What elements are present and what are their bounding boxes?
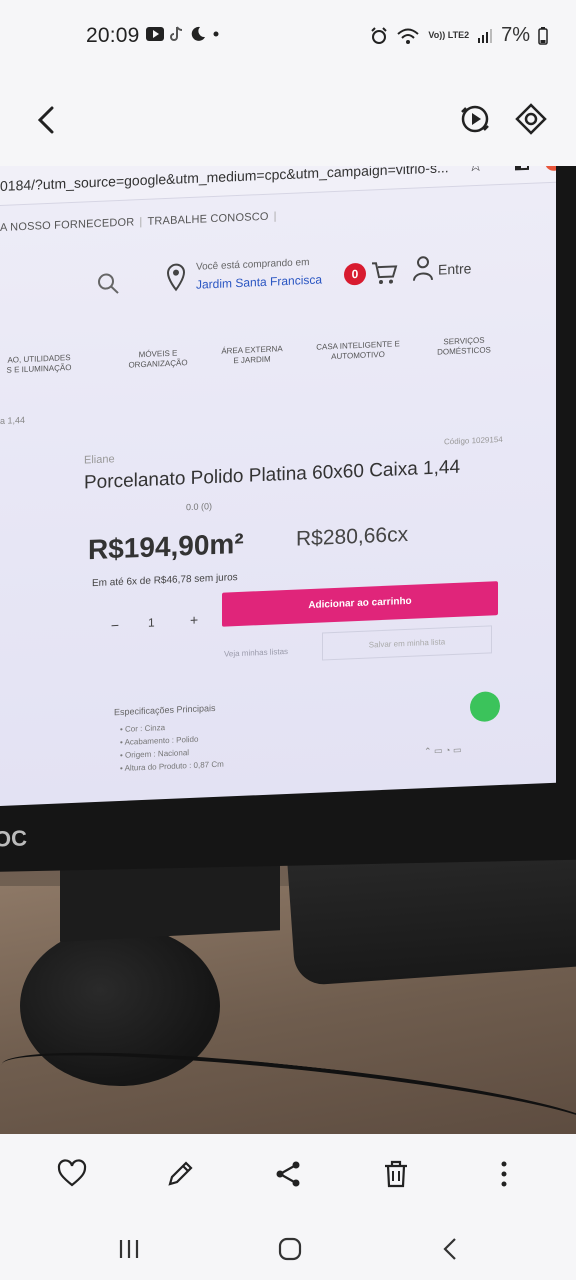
category-outdoor: ÁREA EXTERNA E JARDIM (221, 344, 283, 366)
url-text: 0184/?utm_source=google&utm_medium=cpc&u… (0, 166, 449, 194)
qty-plus-button: + (190, 611, 199, 629)
back-arrow-icon[interactable] (30, 102, 66, 138)
product-code: Código 1029154 (444, 434, 503, 447)
spec-item: • Origem : Nacional (120, 748, 190, 760)
remaster-icon[interactable] (458, 102, 492, 136)
category-services: SERVIÇOS DOMÉSTICOS (437, 335, 491, 357)
browser-url-bar[interactable]: 0184/?utm_source=google&utm_medium=cpc&u… (0, 166, 556, 206)
qty-minus-button: − (110, 617, 120, 634)
price-per-m2: R$194,90m² (88, 527, 244, 566)
moon-icon (191, 26, 205, 41)
viewer-actions (0, 1134, 576, 1218)
dot-icon (213, 31, 219, 37)
topnav-jobs: TRABALHE CONOSCO (147, 210, 269, 228)
recents-icon[interactable] (114, 1234, 144, 1264)
trash-icon[interactable] (380, 1158, 412, 1190)
product-brand: Eliane (84, 453, 115, 467)
specs-title: Especificações Principais (114, 702, 216, 718)
topnav-supplier: A NOSSO FORNECEDOR (0, 216, 135, 234)
home-icon[interactable] (275, 1234, 305, 1264)
location-caption: Você está comprando em (196, 257, 310, 273)
tiktok-icon (170, 26, 183, 41)
network-label: Vo)) LTE2 (428, 30, 470, 40)
gallery-viewer: 20:09 Vo)) LTE2 7% OC 0184/?utm_source=g… (0, 0, 576, 1280)
star-icon: ☆ (468, 166, 483, 176)
spec-item: • Altura do Produto : 0,87 Cm (120, 759, 224, 773)
profile-icon (545, 166, 556, 172)
product-rating: 0.0 (0) (186, 501, 213, 513)
share-icon[interactable] (272, 1158, 304, 1190)
monitor-brand: OC (0, 825, 28, 852)
viewer-toolbar (0, 72, 576, 164)
location-pin-icon (166, 263, 186, 292)
system-nav-bar (0, 1218, 576, 1280)
more-icon[interactable] (488, 1158, 520, 1190)
add-to-cart-button: Adicionar ao carrinho (222, 581, 498, 627)
alarm-icon (371, 26, 388, 44)
top-nav: A NOSSO FORNECEDOR | TRABALHE CONOSCO | (0, 210, 277, 234)
battery-icon (538, 26, 548, 45)
bixby-vision-icon[interactable] (514, 102, 548, 136)
whatsapp-icon (470, 691, 500, 723)
product-title: Porcelanato Polido Platina 60x60 Caixa 1… (84, 456, 461, 494)
cart-icon (372, 262, 398, 285)
location-city: Jardim Santa Francisca (196, 272, 323, 292)
signal-icon (478, 28, 493, 43)
price-per-box: R$280,66cx (296, 522, 409, 551)
wifi-icon (397, 28, 420, 44)
battery-percent: 7% (501, 24, 530, 46)
category-home: AO, UTILIDADES S E ILUMINAÇÃO (6, 353, 72, 375)
heart-icon[interactable] (56, 1158, 88, 1190)
status-time: 20:09 (86, 24, 140, 47)
search-icon (98, 273, 119, 294)
back-icon[interactable] (436, 1234, 466, 1264)
breadcrumb: a 1,44 (0, 414, 26, 426)
category-smart-home: CASA INTELIGENTE E AUTOMOTIVO (316, 339, 400, 362)
sidebar-icon (515, 166, 529, 171)
taskbar-icons: ⌃ ▭ ◔ ▭ (424, 744, 462, 757)
user-icon (413, 256, 433, 281)
spec-item: • Acabamento : Polido (120, 734, 199, 747)
photo: OC 0184/?utm_source=google&utm_medium=cp… (0, 166, 576, 1134)
pencil-icon[interactable] (164, 1158, 196, 1190)
monitor-screen: 0184/?utm_source=google&utm_medium=cpc&u… (0, 166, 556, 806)
status-bar: 20:09 Vo)) LTE2 7% (0, 0, 576, 72)
category-furniture: MÓVEIS E ORGANIZAÇÃO (128, 348, 188, 370)
view-lists-link: Veja minhas listas (224, 646, 289, 659)
qty-value: 1 (148, 615, 155, 630)
login-link: Entre (438, 260, 472, 278)
spec-item: • Cor : Cinza (120, 723, 166, 734)
installments-text: Em até 6x de R$46,78 sem juros (92, 572, 238, 590)
cart-badge: 0 (344, 262, 366, 286)
save-list-button: Salvar em minha lista (322, 625, 492, 661)
youtube-icon (146, 27, 164, 41)
